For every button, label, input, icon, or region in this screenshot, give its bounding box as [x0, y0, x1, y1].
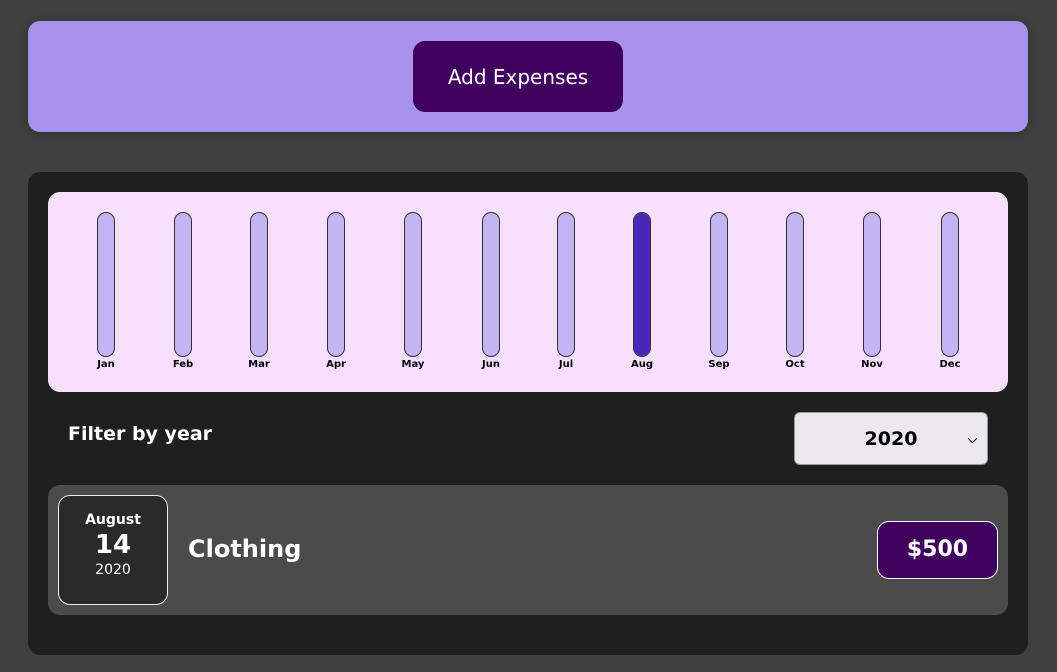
- chart-bar-may: [404, 212, 422, 357]
- chart-bar-label: Apr: [326, 359, 346, 370]
- filter-label: Filter by year: [68, 423, 213, 445]
- chart-bar-dec: [941, 212, 959, 357]
- chart-bar-label: Oct: [785, 359, 805, 370]
- chart-bar-label: Jul: [558, 359, 574, 370]
- chart-bar-label: Jan: [97, 359, 115, 370]
- chart-bar-label: Feb: [172, 359, 194, 370]
- expense-title: Clothing: [188, 535, 302, 563]
- chart-bar-label: Dec: [939, 359, 961, 370]
- add-expenses-button[interactable]: Add Expenses: [413, 41, 623, 112]
- expenses-chart: Jan Feb Mar Apr May Jun Jul Aug Sep Oct Nov Dec: [48, 192, 1008, 392]
- new-expense-panel: Add Expenses: [28, 21, 1028, 132]
- chart-bar-apr: [327, 212, 345, 357]
- expense-date: August 14 2020: [58, 495, 168, 605]
- year-select-value: 2020: [864, 428, 918, 450]
- chart-bar-jul: [557, 212, 575, 357]
- year-select[interactable]: 2020 ⌵: [794, 412, 988, 465]
- chart-bar-sep: [710, 212, 728, 357]
- chart-bar-label: Sep: [708, 359, 730, 370]
- chart-bar-mar: [250, 212, 268, 357]
- chart-bar-aug: [633, 212, 651, 357]
- chart-bar-jan: [97, 212, 115, 357]
- expense-amount: $500: [877, 521, 998, 579]
- chevron-down-icon: ⌵: [967, 432, 977, 446]
- expense-item: August 14 2020 Clothing $500: [48, 485, 1008, 615]
- chart-bar-nov: [863, 212, 881, 357]
- chart-bar-label: Mar: [248, 359, 270, 370]
- expenses-panel: Jan Feb Mar Apr May Jun Jul Aug Sep Oct Nov Dec Fil…: [28, 172, 1028, 655]
- expense-year: 2020: [95, 562, 131, 578]
- chart-bar-jun: [482, 212, 500, 357]
- chart-bar-oct: [786, 212, 804, 357]
- chart-bar-label: Nov: [861, 359, 883, 370]
- chart-bar-feb: [174, 212, 192, 357]
- chart-bar-label: Aug: [630, 359, 654, 370]
- expense-month: August: [85, 512, 141, 528]
- chart-bar-label: Jun: [482, 359, 500, 370]
- chart-bar-label: May: [401, 359, 425, 370]
- expense-day: 14: [94, 530, 132, 560]
- chart-bar-fill: [634, 213, 650, 356]
